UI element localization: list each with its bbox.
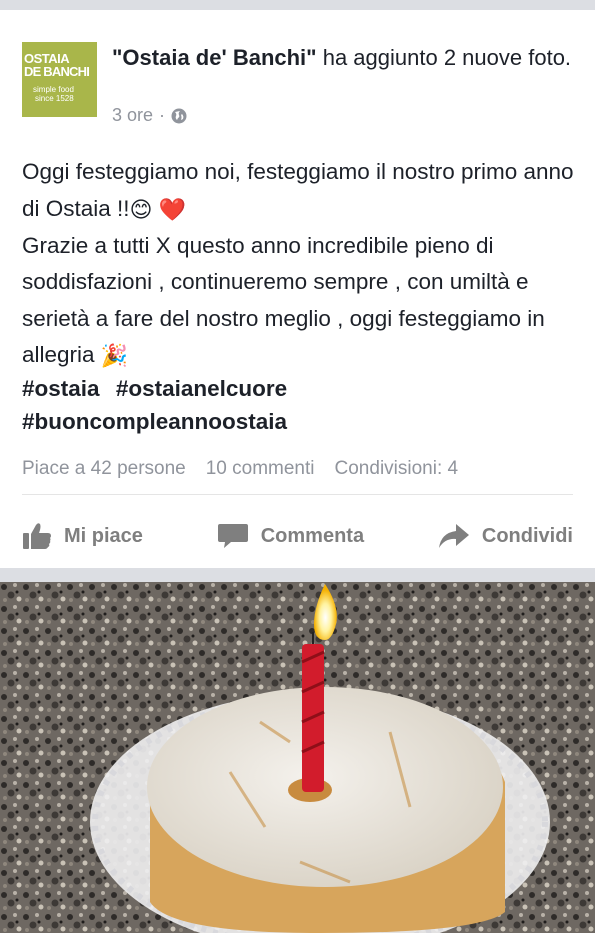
thumbs-up-icon bbox=[23, 523, 51, 549]
comment-label: Commenta bbox=[260, 524, 365, 547]
post-header: "Ostaia de' Banchi" ha aggiunto 2 nuove … bbox=[112, 44, 572, 72]
engagement-stats: Piace a 42 persone 10 commenti Condivisi… bbox=[22, 458, 582, 480]
likes-count[interactable]: Piace a 42 persone bbox=[22, 458, 186, 480]
smile-emoji: 😊 bbox=[129, 196, 153, 222]
meta-separator: · bbox=[159, 105, 166, 125]
hashtag-link[interactable]: #ostaia bbox=[22, 376, 100, 401]
post-text-line-2: Grazie a tutti X questo anno incredibile… bbox=[22, 228, 582, 375]
post-meta: 3 ore · bbox=[112, 105, 187, 126]
share-button[interactable]: Condividi bbox=[438, 522, 573, 550]
logo-line-3: simple food bbox=[33, 85, 74, 94]
globe-icon bbox=[171, 108, 187, 123]
post-timestamp[interactable]: 3 ore bbox=[112, 105, 153, 126]
share-label: Condividi bbox=[481, 524, 573, 547]
party-emoji: 🎉 bbox=[100, 343, 129, 369]
action-bar: Mi piace Commenta Condividi bbox=[22, 518, 573, 554]
hashtag-link[interactable]: #ostaianelcuore bbox=[116, 376, 287, 401]
post-text-1: Oggi festeggiamo noi, festeggiamo il nos… bbox=[22, 159, 574, 221]
comment-button[interactable]: Commenta bbox=[217, 522, 364, 550]
heart-emoji: ❤️ bbox=[158, 196, 187, 222]
post-text-line-1: Oggi festeggiamo noi, festeggiamo il nos… bbox=[22, 154, 582, 228]
post-card: OSTAIA DE BANCHI simple food since 1528 … bbox=[0, 10, 595, 568]
post-body: Oggi festeggiamo noi, festeggiamo il nos… bbox=[22, 154, 582, 375]
hashtag-list: #ostaia #ostaianelcuore #buoncompleannoo… bbox=[22, 372, 582, 438]
divider bbox=[22, 494, 573, 495]
shares-count[interactable]: Condivisioni: 4 bbox=[335, 458, 459, 480]
post-photo[interactable] bbox=[0, 582, 595, 933]
author-name-link[interactable]: "Ostaia de' Banchi" bbox=[112, 45, 317, 70]
page-avatar[interactable]: OSTAIA DE BANCHI simple food since 1528 bbox=[22, 42, 97, 117]
hashtag-link[interactable]: #buoncompleannoostaia bbox=[22, 409, 287, 434]
share-arrow-icon bbox=[438, 524, 469, 548]
cake-photo-image bbox=[0, 582, 595, 933]
comments-count[interactable]: 10 commenti bbox=[206, 458, 315, 480]
like-button[interactable]: Mi piace bbox=[22, 522, 143, 550]
like-label: Mi piace bbox=[64, 524, 143, 547]
logo-line-2: DE BANCHI bbox=[24, 64, 90, 79]
logo-line-4: since 1528 bbox=[35, 94, 74, 103]
comment-icon bbox=[217, 524, 248, 548]
post-action-text: ha aggiunto 2 nuove foto. bbox=[316, 45, 572, 70]
